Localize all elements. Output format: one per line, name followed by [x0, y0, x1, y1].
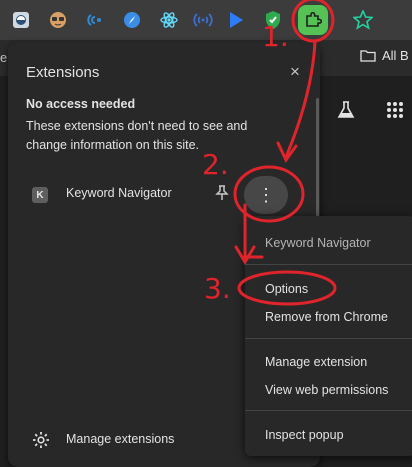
flask-icon[interactable] — [336, 100, 356, 125]
broadcast-icon[interactable] — [192, 9, 214, 31]
context-menu-header: Keyword Navigator — [265, 236, 371, 250]
wifi-signal-icon[interactable] — [85, 9, 107, 31]
all-bookmarks-folder[interactable]: All B — [360, 48, 409, 63]
browser-toolbar — [0, 0, 412, 40]
menu-item-manage-extension[interactable]: Manage extension — [265, 355, 367, 369]
extension-name: Keyword Navigator — [66, 186, 172, 200]
puzzle-extensions-icon[interactable] — [298, 5, 328, 35]
menu-divider — [245, 264, 412, 265]
extension-k-icon: K — [32, 187, 48, 203]
more-options-button[interactable]: ⋮ — [244, 176, 288, 214]
browser-app-icon[interactable] — [10, 9, 32, 31]
compass-icon[interactable] — [121, 9, 143, 31]
menu-divider — [245, 410, 412, 411]
apps-grid-icon[interactable] — [386, 101, 404, 124]
gear-icon — [32, 431, 50, 454]
menu-item-inspect-popup[interactable]: Inspect popup — [265, 428, 344, 442]
menu-item-remove-from-chrome[interactable]: Remove from Chrome — [265, 310, 388, 324]
section-title: No access needed — [26, 97, 136, 111]
manage-extensions-label: Manage extensions — [66, 432, 175, 446]
menu-divider — [245, 338, 412, 339]
shield-check-icon[interactable] — [262, 9, 284, 31]
pin-icon[interactable] — [215, 185, 229, 206]
atom-icon[interactable] — [158, 9, 180, 31]
folder-icon — [360, 50, 376, 62]
extension-row[interactable]: K Keyword Navigator ⋮ — [8, 174, 320, 214]
section-description: These extensions don't need to see and c… — [26, 119, 248, 152]
face-avatar-icon[interactable] — [47, 9, 69, 31]
menu-item-view-web-permissions[interactable]: View web permissions — [265, 383, 388, 397]
star-sparkle-icon[interactable] — [352, 9, 374, 31]
close-icon[interactable]: × — [290, 62, 300, 82]
popup-title: Extensions — [26, 64, 100, 81]
play-arrow-icon[interactable] — [225, 9, 247, 31]
menu-item-options[interactable]: Options — [265, 282, 308, 296]
folder-label: All B — [382, 48, 409, 63]
extension-context-menu: Keyword Navigator Options Remove from Ch… — [245, 216, 412, 456]
